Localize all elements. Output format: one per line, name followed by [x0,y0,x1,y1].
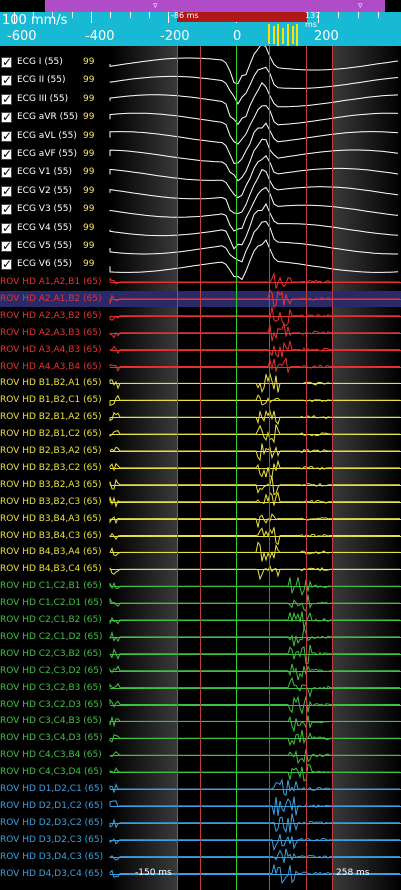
rov-waveform [109,424,400,444]
rov-waveform [109,748,400,765]
rov-waveform [109,676,400,699]
review-scroll-bar[interactable]: ▿ ▿ [45,0,385,12]
rov-waveform [109,834,400,852]
rov-waveform [109,729,400,747]
rov-waveform [109,356,400,373]
window-cursor[interactable] [306,46,307,890]
rov-waveform [109,644,400,665]
ep-recording-screen: ▿ ▿ 100 mm/s -600 -400 -200 0 200 -86 ms… [0,0,401,890]
ruler-minor-tick [358,12,359,18]
ecg-waveform [109,105,399,145]
left-cursor-handle-icon[interactable]: ▿ [153,0,158,12]
rov-waveform [109,626,400,647]
rov-waveform [109,778,400,796]
window-cursor[interactable] [200,46,201,890]
ecg-waveform [109,168,399,215]
ruler-tick-label: -400 [85,29,115,44]
window-cursor-left[interactable] [177,46,178,890]
rov-waveform [109,527,400,546]
ruler-minor-tick [52,12,53,18]
annotation-markers[interactable] [265,12,305,46]
rov-waveform [109,565,400,581]
window-cursor-right[interactable] [332,46,333,890]
ecg-waveform [109,239,399,281]
annotation-marker-bars [268,24,298,46]
rov-waveform [109,459,400,478]
rov-waveform [109,394,400,406]
ruler-minor-tick [149,12,150,18]
rov-waveform [109,491,400,509]
ruler-minor-tick [130,12,131,18]
rov-waveform [109,340,400,359]
window-end-label: 258 ms [336,868,370,878]
rov-waveform [109,409,400,426]
rov-waveform [109,848,400,864]
rov-waveform [109,372,400,394]
ruler-tick-label: 0 [233,29,242,44]
ecg-waveform [109,46,399,85]
sweep-speed[interactable]: 100 mm/s [2,13,67,28]
rov-waveform [109,695,400,716]
ruler-tick [14,12,15,23]
right-cursor-time: 137 ms [305,11,321,29]
left-cursor-time: -86 ms [171,11,199,20]
rov-waveform [109,475,400,496]
trace-panel[interactable]: ECG I (55)99ECG II (55)99ECG III (55)99E… [0,46,401,890]
reference-cursor[interactable] [236,46,237,890]
rov-waveform [109,577,400,596]
ecg-waveform [109,66,399,106]
rov-waveform [109,322,400,342]
ruler-minor-tick [378,12,379,18]
ecg-waveform [109,220,398,263]
rov-waveform [109,663,400,681]
rov-waveform [109,513,400,528]
ruler-tick [91,12,92,23]
rov-waveform [109,611,400,629]
rov-waveform [109,813,400,834]
ruler-minor-tick [338,12,339,18]
ecg-waveform [109,155,399,199]
rov-waveform [109,796,400,816]
right-cursor-handle-icon[interactable]: ▿ [358,0,363,12]
rov-waveform [109,272,400,289]
ruler-minor-tick [33,12,34,18]
window-cursor[interactable] [269,46,270,890]
ruler-tick-label: -600 [7,29,37,44]
ruler-tick-label: 200 [314,29,339,44]
rov-waveform [109,763,400,782]
rov-waveform [109,443,400,462]
ecg-waveform [109,122,399,164]
rov-waveform [109,594,400,612]
rov-waveform [109,289,400,308]
window-start-label: -150 ms [135,868,172,878]
ecg-waveform [109,186,399,232]
ruler-tick-label: -200 [160,29,190,44]
ruler-minor-tick [110,12,111,18]
rov-waveform [109,306,400,327]
rov-waveform [109,541,400,562]
rov-waveform [109,715,400,733]
ruler-tick [168,12,169,23]
ecg-waveform [109,202,399,250]
ruler-minor-tick [72,12,73,18]
